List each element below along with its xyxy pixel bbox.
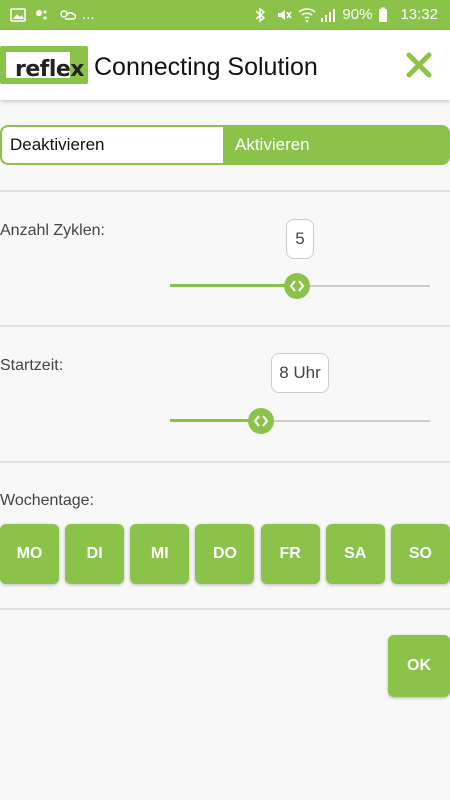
day-button-do[interactable]: DO	[195, 524, 255, 584]
battery-percent: 90%	[342, 6, 373, 23]
start-time-value: 8 Uhr	[271, 353, 329, 393]
signal-icon	[320, 7, 336, 23]
day-button-di[interactable]: DI	[65, 524, 125, 584]
close-button[interactable]	[404, 50, 434, 80]
slider-thumb[interactable]	[248, 408, 274, 434]
weekday-buttons: MO DI MI DO FR SA SO	[0, 524, 450, 584]
status-bar-left: ...	[10, 6, 95, 24]
start-time-label: Startzeit:	[0, 357, 64, 374]
divider	[0, 325, 450, 327]
app-bar: reflex Connecting Solution	[0, 30, 450, 100]
chevron-left-right-icon	[290, 280, 305, 292]
bluetooth-icon	[254, 7, 270, 23]
close-icon	[406, 52, 432, 78]
logo-inner: reflex	[6, 52, 85, 82]
ok-button[interactable]: OK	[388, 635, 450, 697]
day-button-fr[interactable]: FR	[260, 524, 320, 584]
image-icon	[10, 7, 26, 23]
cycles-label: Anzahl Zyklen:	[0, 222, 105, 239]
status-more-text: ...	[82, 6, 95, 23]
day-button-sa[interactable]: SA	[325, 524, 385, 584]
status-time: 13:32	[400, 6, 438, 23]
deactivate-option[interactable]: Deaktivieren	[2, 127, 223, 163]
divider	[0, 461, 450, 463]
logo-text: reflex	[15, 57, 85, 82]
activate-option[interactable]: Aktivieren	[223, 127, 448, 163]
day-button-mo[interactable]: MO	[0, 524, 59, 584]
activation-toggle: Deaktivieren Aktivieren	[0, 125, 450, 165]
divider	[0, 608, 450, 610]
status-bar: ... 90% 13:32	[0, 0, 450, 30]
slider-fill	[170, 284, 298, 287]
status-bar-right: 90% 13:32	[254, 6, 438, 24]
cycles-value: 5	[286, 219, 314, 259]
slider-thumb[interactable]	[284, 273, 311, 299]
start-time-slider[interactable]	[170, 406, 430, 436]
notification-dots-icon	[34, 7, 50, 23]
mute-icon	[276, 7, 293, 23]
divider	[0, 190, 450, 192]
day-button-so[interactable]: SO	[390, 524, 450, 584]
reflex-logo: reflex	[0, 46, 88, 84]
wifi-icon	[298, 7, 316, 23]
chevron-left-right-icon	[253, 415, 269, 427]
battery-icon	[378, 7, 394, 23]
cycles-slider[interactable]	[170, 271, 430, 301]
day-button-mi[interactable]: MI	[130, 524, 190, 584]
weather-icon	[58, 7, 77, 23]
page-title: Connecting Solution	[94, 53, 318, 81]
weekdays-label: Wochentage:	[0, 492, 94, 509]
